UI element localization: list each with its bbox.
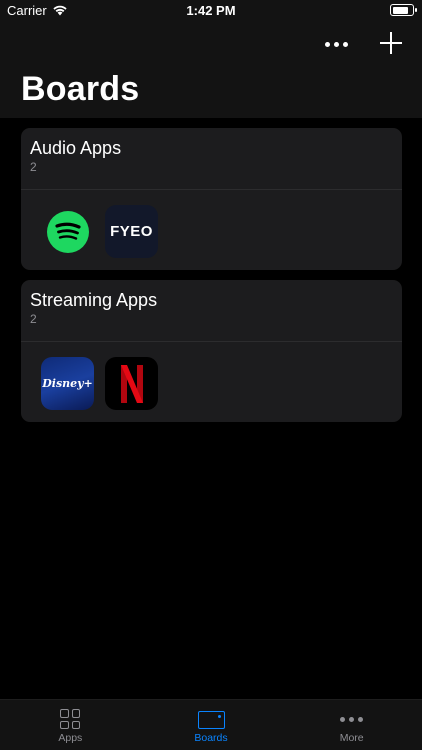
navigation-header: Boards bbox=[0, 22, 422, 118]
board-header[interactable]: Audio Apps 2 bbox=[21, 128, 402, 190]
fyeo-icon[interactable]: FYEO bbox=[105, 205, 158, 258]
board-card-audio-apps[interactable]: Audio Apps 2 FYEO bbox=[21, 128, 402, 270]
more-icon bbox=[340, 709, 364, 729]
boards-icon bbox=[197, 711, 225, 729]
tab-more[interactable]: More bbox=[281, 700, 422, 750]
board-card-streaming-apps[interactable]: Streaming Apps 2 Disney+ bbox=[21, 280, 402, 422]
boards-list: Audio Apps 2 FYEO Streaming Apps 2 Disne… bbox=[21, 128, 402, 432]
netflix-icon[interactable] bbox=[105, 357, 158, 410]
battery-icon bbox=[390, 4, 417, 16]
tab-label: More bbox=[339, 732, 364, 744]
board-apps-row: FYEO bbox=[21, 190, 402, 270]
tab-label: Boards bbox=[194, 732, 228, 744]
plus-icon[interactable] bbox=[380, 32, 402, 54]
ellipsis-icon[interactable] bbox=[322, 34, 350, 54]
status-bar: Carrier 1:42 PM bbox=[0, 0, 422, 22]
disney-plus-icon[interactable]: Disney+ bbox=[41, 357, 94, 410]
fyeo-logo-text: FYEO bbox=[110, 223, 153, 240]
board-header[interactable]: Streaming Apps 2 bbox=[21, 280, 402, 342]
board-count: 2 bbox=[30, 160, 37, 174]
status-time: 1:42 PM bbox=[186, 3, 236, 18]
board-name: Audio Apps bbox=[30, 138, 122, 158]
disney-logo-text: Disney+ bbox=[42, 377, 93, 390]
tab-boards[interactable]: Boards bbox=[141, 700, 282, 750]
board-name: Streaming Apps bbox=[30, 290, 158, 310]
page-title: Boards bbox=[21, 70, 140, 108]
tab-bar: Apps Boards More bbox=[0, 699, 422, 750]
board-count: 2 bbox=[30, 312, 37, 326]
apps-grid-icon bbox=[60, 709, 81, 729]
tab-apps[interactable]: Apps bbox=[0, 700, 141, 750]
board-apps-row: Disney+ bbox=[21, 342, 402, 422]
tab-label: Apps bbox=[58, 732, 83, 744]
spotify-icon[interactable] bbox=[41, 205, 94, 258]
